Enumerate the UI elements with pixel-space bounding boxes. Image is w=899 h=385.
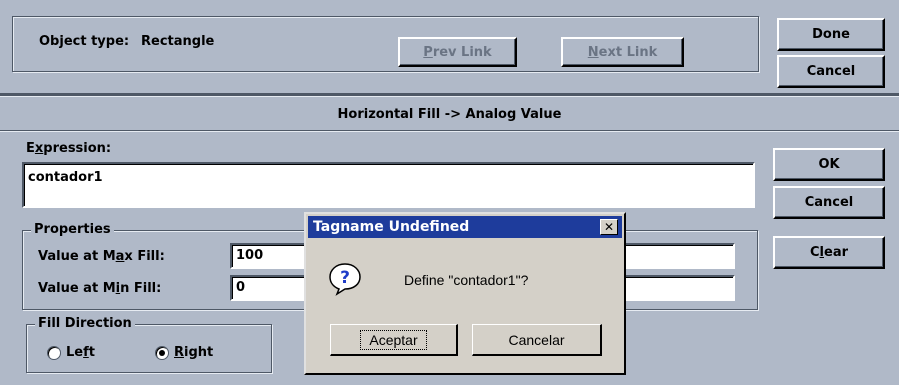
next-link-button[interactable]: Next Link [561,37,684,67]
animation-link-dialog: Object type: Rectangle Prev Link Next Li… [0,0,899,385]
object-info-panel: Object type: Rectangle Prev Link Next Li… [12,16,759,72]
animation-title: Horizontal Fill -> Analog Value [337,107,562,122]
title-divider [0,130,899,132]
expression-label: Expression: [26,141,112,156]
clear-button[interactable]: Cl ear [773,236,885,269]
fill-direction-title: Fill Direction [35,316,135,331]
question-icon: ? [328,262,361,296]
min-fill-label: Value at Min Fill: [38,281,162,296]
object-type-value: Rectangle [141,34,215,49]
cancel-button[interactable]: Cancel [773,186,885,219]
object-type-label: Object type: [39,34,130,49]
svg-text:?: ? [340,268,350,288]
aceptar-button[interactable]: Aceptar [330,324,458,356]
prev-link-button[interactable]: Prev Link [398,37,517,67]
cancelar-button[interactable]: Cancelar [472,324,602,356]
properties-title: Properties [31,222,114,237]
radio-right[interactable]: Right [155,345,213,360]
radio-right-selected-icon [155,345,169,360]
radio-left-icon [47,345,61,360]
msgbox-titlebar: Tagname Undefined ✕ [308,216,622,238]
tagname-undefined-dialog: Tagname Undefined ✕ ? Define "contador1"… [304,212,626,375]
ok-button[interactable]: OK [773,148,885,181]
cancel-top-button[interactable]: Cancel [777,55,885,88]
divider [0,93,899,97]
done-button[interactable]: Done [777,18,885,51]
msgbox-title: Tagname Undefined [313,219,470,235]
fill-direction-group: Fill Direction Left Right [26,316,272,373]
close-icon[interactable]: ✕ [600,219,618,235]
max-fill-label: Value at Max Fill: [38,249,165,264]
expression-input[interactable]: contador1 [22,162,755,208]
msgbox-message: Define "contador1"? [404,272,529,288]
radio-left[interactable]: Left [47,345,95,360]
